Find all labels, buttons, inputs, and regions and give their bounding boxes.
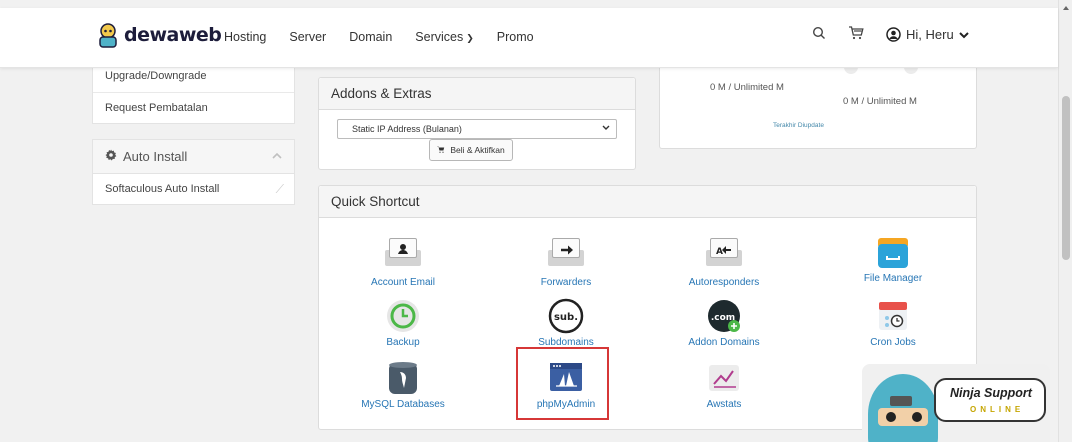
auto-install-title: Auto Install — [123, 149, 188, 164]
shortcut-label: Awstats — [706, 399, 742, 410]
chevron-down-icon — [958, 31, 969, 39]
shortcut-backup[interactable]: Backup — [333, 298, 473, 348]
nav-services-label: Services — [415, 30, 464, 44]
addon-domains-icon: .com — [706, 298, 742, 334]
page-scrollbar[interactable] — [1058, 0, 1072, 442]
svg-text:A: A — [716, 247, 723, 257]
ninja-support-widget[interactable]: Ninja Support ONLINE — [862, 364, 1050, 442]
ninja-eye — [886, 412, 896, 422]
sidebar-item-cancel-request[interactable]: Request Pembatalan — [93, 93, 294, 123]
softaculous-label: Softaculous Auto Install — [105, 183, 220, 195]
usage-stat-disk: 0 M / Unlimited M — [710, 82, 784, 93]
wand-icon: ⟋ — [275, 182, 284, 196]
sidebar-auto-install-panel: Auto Install Softaculous Auto Install ⟋ — [92, 139, 295, 205]
shortcut-label: Addon Domains — [688, 337, 760, 348]
shortcut-awstats[interactable]: Awstats — [654, 360, 794, 410]
svg-text:sub.: sub. — [554, 312, 578, 323]
header-tools: Hi, Heru — [812, 26, 969, 43]
phpmyadmin-highlight-box — [516, 347, 609, 420]
ninja-support-status: ONLINE — [970, 405, 1025, 414]
shortcut-forwarders[interactable]: Forwarders — [496, 234, 636, 288]
logo-mascot-icon — [95, 22, 121, 48]
user-avatar-icon — [886, 27, 901, 42]
account-email-icon — [385, 238, 421, 274]
scroll-up-arrow-icon[interactable] — [1063, 6, 1069, 10]
buy-activate-button[interactable]: Beli & Aktifkan — [429, 139, 513, 161]
buy-activate-label: Beli & Aktifkan — [450, 145, 505, 155]
shortcut-subdomains[interactable]: sub. Subdomains — [496, 298, 636, 348]
ninja-speech-bubble — [934, 378, 1046, 422]
cart-icon[interactable] — [848, 26, 864, 43]
nav-server[interactable]: Server — [289, 30, 326, 44]
usage-stats-panel: 0 M / Unlimited M 0 M / Unlimited M Tera… — [659, 62, 977, 149]
scrollbar-thumb[interactable] — [1062, 96, 1070, 260]
nav-services[interactable]: Services ❯ — [415, 30, 473, 44]
search-icon[interactable] — [812, 26, 826, 43]
sidebar-actions-panel: Upgrade/Downgrade Request Pembatalan — [92, 62, 295, 124]
user-name: Hi, Heru — [906, 27, 954, 42]
shortcut-label: Cron Jobs — [870, 337, 916, 348]
auto-install-header[interactable]: Auto Install — [93, 140, 294, 174]
ninja-eye — [912, 412, 922, 422]
addon-select[interactable]: Static IP Address (Bulanan) — [337, 119, 617, 139]
shortcut-autoresponders[interactable]: A Autoresponders — [654, 234, 794, 288]
ninja-support-title: Ninja Support — [950, 386, 1032, 400]
shortcut-label: Forwarders — [540, 277, 592, 288]
cron-jobs-icon — [875, 298, 911, 334]
user-menu[interactable]: Hi, Heru — [886, 27, 969, 42]
last-updated-label: Terakhir Diupdate — [773, 122, 824, 129]
main-nav: Hosting Server Domain Services ❯ Promo — [224, 30, 557, 44]
awstats-icon — [706, 360, 742, 396]
file-manager-icon — [875, 234, 911, 270]
nav-domain[interactable]: Domain — [349, 30, 392, 44]
cart-icon — [437, 145, 447, 155]
addons-title: Addons & Extras — [319, 78, 635, 110]
quick-shortcut-title: Quick Shortcut — [319, 186, 976, 218]
shortcut-account-email[interactable]: Account Email — [333, 234, 473, 288]
ninja-headband — [890, 396, 912, 406]
gear-icon — [105, 149, 117, 164]
shortcut-mysql-databases[interactable]: MySQL Databases — [333, 360, 473, 410]
sidebar-item-softaculous[interactable]: Softaculous Auto Install ⟋ — [93, 174, 294, 204]
nav-promo[interactable]: Promo — [497, 30, 534, 44]
chevron-down-icon — [602, 120, 610, 138]
shortcut-label: File Manager — [863, 273, 923, 284]
shortcut-cron-jobs[interactable]: Cron Jobs — [823, 298, 963, 348]
forwarders-icon — [548, 238, 584, 274]
subdomains-icon: sub. — [548, 298, 584, 334]
mysql-databases-icon — [385, 360, 421, 396]
usage-stat-bandwidth: 0 M / Unlimited M — [843, 96, 917, 107]
shortcut-label: Backup — [386, 337, 420, 348]
shortcut-label: Account Email — [371, 277, 435, 288]
addon-select-value: Static IP Address (Bulanan) — [352, 124, 462, 134]
backup-icon — [385, 298, 421, 334]
shortcut-file-manager[interactable]: File Manager — [823, 234, 963, 284]
addons-panel: Addons & Extras Static IP Address (Bulan… — [318, 77, 636, 170]
chevron-up-icon[interactable] — [272, 151, 282, 162]
top-navbar: dewaweb Hosting Server Domain Services ❯ … — [0, 8, 1058, 68]
shortcut-label: MySQL Databases — [361, 399, 445, 410]
shortcut-label: Autoresponders — [688, 277, 760, 288]
nav-hosting[interactable]: Hosting — [224, 30, 266, 44]
chevron-down-icon: ❯ — [466, 33, 474, 43]
brand-logo[interactable]: dewaweb — [95, 22, 222, 48]
shortcut-addon-domains[interactable]: .com Addon Domains — [654, 298, 794, 348]
autoresponders-icon: A — [706, 238, 742, 274]
brand-name: dewaweb — [124, 24, 222, 46]
